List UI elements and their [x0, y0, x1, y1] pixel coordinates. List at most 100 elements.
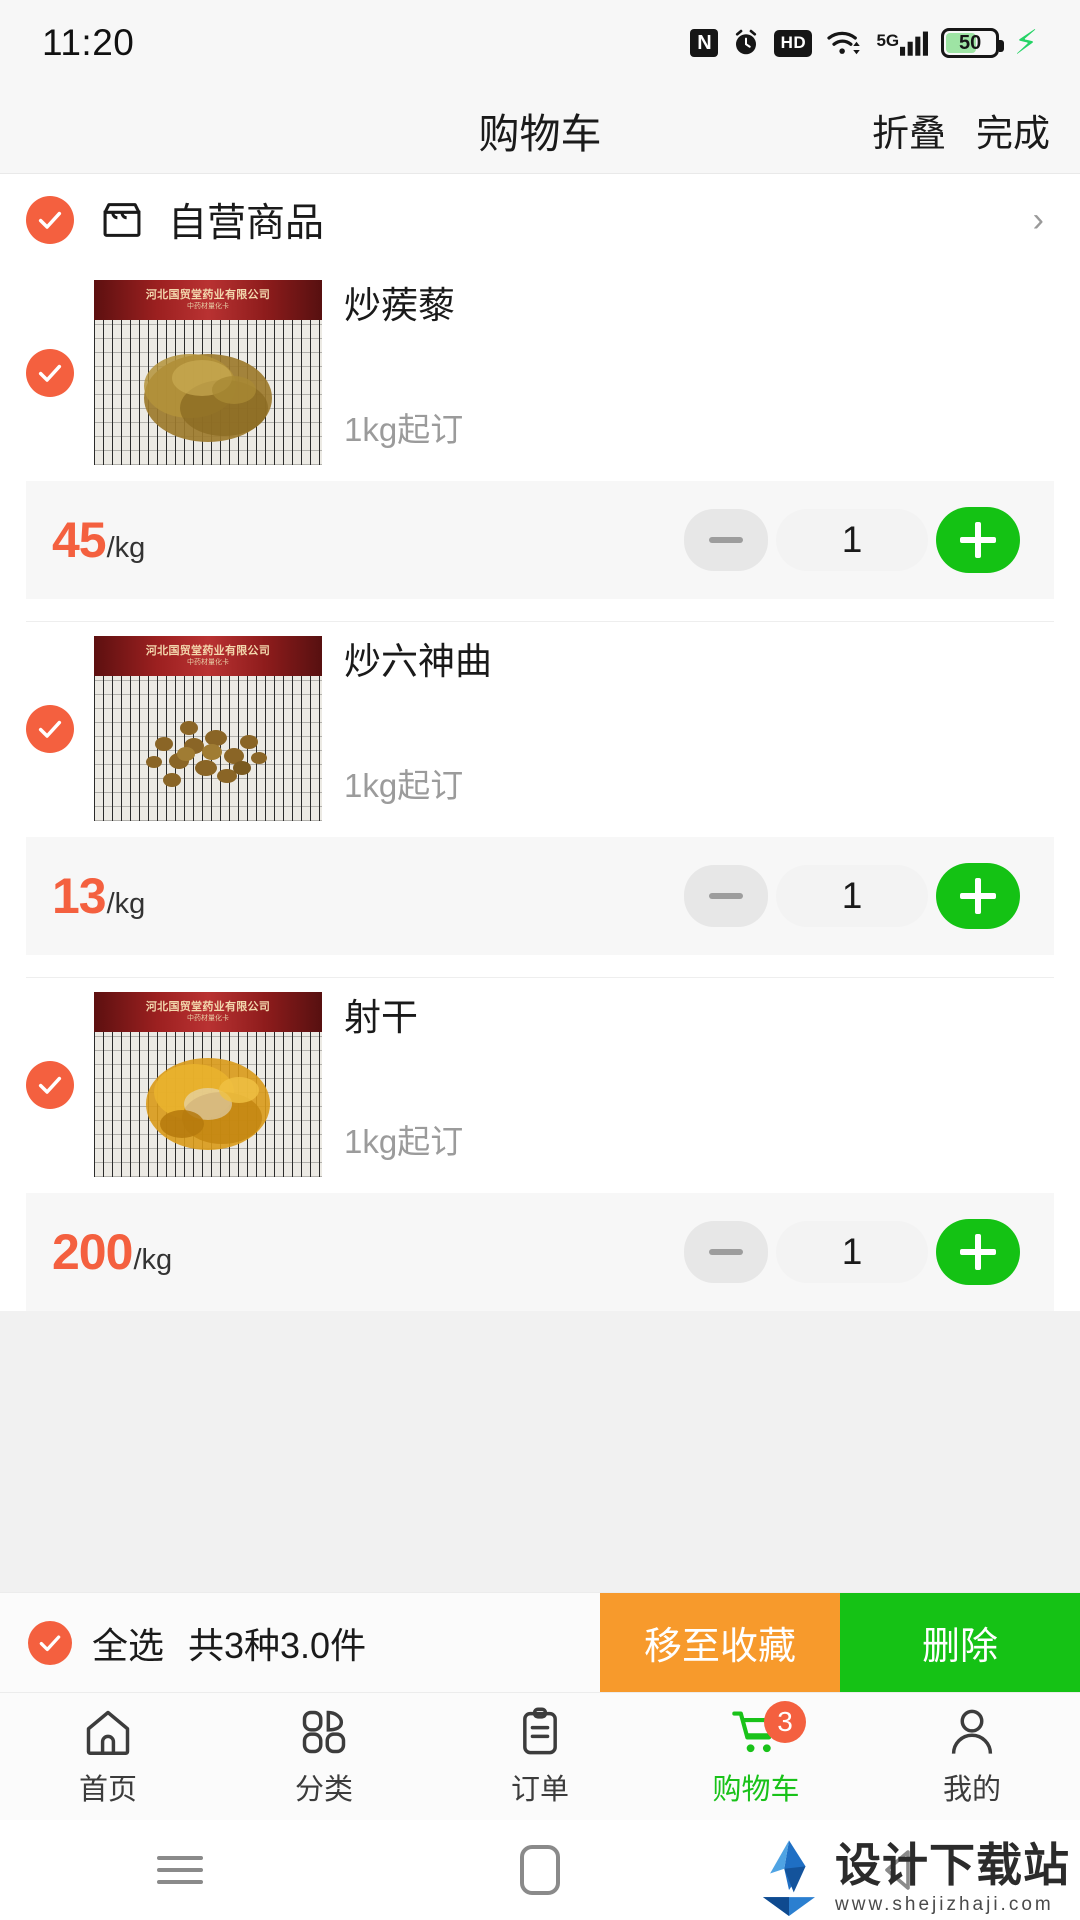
home-button[interactable]	[360, 1845, 720, 1895]
status-time: 11:20	[42, 22, 135, 63]
delete-button[interactable]: 删除	[840, 1593, 1080, 1692]
thumbnail-banner: 河北国贸堂药业有限公司 中药材量化卡	[94, 280, 322, 320]
tab-profile[interactable]: 我的	[864, 1693, 1080, 1820]
store-name: 自营商品	[168, 202, 325, 245]
store-header[interactable]: 自营商品 ›	[0, 174, 1080, 266]
thumbnail-grid	[94, 676, 322, 821]
cart-item-main: 河北国贸堂药业有限公司 中药材量化卡	[0, 622, 1080, 821]
watermark-logo-icon	[753, 1838, 825, 1916]
item-checkbox[interactable]	[26, 348, 74, 397]
alarm-icon	[731, 28, 761, 58]
quantity-stepper: 1	[684, 1219, 1020, 1285]
price-block: 200 /kg	[52, 1227, 172, 1277]
cart-item: 河北国贸堂药业有限公司 中药材量化卡	[0, 622, 1080, 978]
item-checkbox[interactable]	[26, 1060, 74, 1109]
tab-categories-label: 分类	[294, 1773, 353, 1806]
quantity-value[interactable]: 1	[776, 1221, 928, 1283]
battery-level: 50	[959, 31, 982, 54]
quantity-value[interactable]: 1	[776, 865, 928, 927]
min-order-label: 1kg起订	[344, 767, 464, 804]
product-thumbnail[interactable]: 河北国贸堂药业有限公司 中药材量化卡	[94, 992, 322, 1177]
price-unit: /kg	[106, 532, 146, 564]
thumbnail-grid	[94, 1032, 322, 1177]
store-card: 自营商品 › 河北国贸堂药业有限公司 中药材量化卡 炒蒺藜 1kg起订 45 /…	[0, 174, 1080, 1311]
price-row: 13 /kg 1	[26, 837, 1054, 955]
price-value: 200	[52, 1224, 133, 1280]
thumbnail-subbanner-text: 中药材量化卡	[187, 659, 229, 666]
tab-home[interactable]: 首页	[0, 1693, 216, 1820]
product-thumbnail[interactable]: 河北国贸堂药业有限公司 中药材量化卡	[94, 636, 322, 821]
select-all-checkbox[interactable]	[28, 1620, 72, 1665]
tab-profile-label: 我的	[942, 1773, 1001, 1806]
watermark-text: 设计下载站 www.shejizhaji.com	[835, 1843, 1070, 1916]
price-row: 45 /kg 1	[26, 481, 1054, 599]
cart-list[interactable]: 自营商品 › 河北国贸堂药业有限公司 中药材量化卡 炒蒺藜 1kg起订 45 /…	[0, 174, 1080, 1592]
hd-icon: HD	[774, 29, 813, 57]
android-nav-bar: 设计下载站 www.shejizhaji.com	[0, 1820, 1080, 1920]
app-screen: 11:20 N HD 5G 50 ⚡ 购物车 折叠 完成 自营商品 › 河北国贸…	[0, 0, 1080, 1920]
page-header: 购物车 折叠 完成	[0, 86, 1080, 174]
home-icon	[86, 1710, 130, 1755]
grid-icon	[302, 1710, 346, 1753]
price-unit: /kg	[133, 1244, 173, 1276]
quantity-stepper: 1	[684, 507, 1020, 573]
status-icons: N HD 5G 50 ⚡	[690, 26, 1038, 60]
watermark-name: 设计下载站	[835, 1840, 1070, 1891]
cart-item-main: 河北国贸堂药业有限公司 中药材量化卡	[0, 266, 1080, 465]
item-checkbox[interactable]	[26, 704, 74, 753]
product-name[interactable]: 炒六神曲	[344, 641, 1054, 683]
watermark: 设计下载站 www.shejizhaji.com	[753, 1838, 1070, 1916]
increase-quantity-button[interactable]	[936, 1219, 1020, 1285]
thumbnail-banner: 河北国贸堂药业有限公司 中药材量化卡	[94, 636, 322, 676]
select-all-label: 全选	[92, 1624, 165, 1666]
recents-icon	[157, 1848, 203, 1892]
product-name[interactable]: 炒蒺藜	[344, 285, 1054, 327]
price-block: 45 /kg	[52, 515, 145, 565]
charging-bolt-icon: ⚡	[1014, 24, 1038, 62]
cart-action-bar: 全选 共3种3.0件 移至收藏 删除	[0, 1592, 1080, 1692]
increase-quantity-button[interactable]	[936, 507, 1020, 573]
chevron-right-icon[interactable]: ›	[1033, 201, 1054, 240]
thumbnail-banner-text: 河北国贸堂药业有限公司	[145, 289, 271, 301]
cart-item: 河北国贸堂药业有限公司 中药材量化卡	[0, 266, 1080, 622]
store-checkbox[interactable]	[26, 196, 74, 244]
decrease-quantity-button[interactable]	[684, 509, 768, 571]
select-all-area[interactable]: 全选 共3种3.0件	[0, 1593, 600, 1692]
move-to-favorites-button[interactable]: 移至收藏	[600, 1593, 840, 1692]
tab-cart-label: 购物车	[712, 1773, 800, 1806]
battery-icon: 50	[941, 28, 1005, 58]
cart-item-info: 炒蒺藜 1kg起订	[344, 280, 1054, 465]
tab-categories[interactable]: 分类	[216, 1693, 432, 1820]
signal-icon: 5G	[876, 29, 929, 57]
watermark-url: www.shejizhaji.com	[835, 1894, 1054, 1915]
price-row: 200 /kg 1	[26, 1193, 1054, 1311]
decrease-quantity-button[interactable]	[684, 1221, 768, 1283]
tab-orders[interactable]: 订单	[432, 1693, 648, 1820]
increase-quantity-button[interactable]	[936, 863, 1020, 929]
cart-item-info: 炒六神曲 1kg起订	[344, 636, 1054, 821]
cart-item-main: 河北国贸堂药业有限公司 中药材量化卡	[0, 978, 1080, 1177]
price-unit: /kg	[106, 888, 146, 920]
header-actions: 折叠 完成	[872, 103, 1050, 157]
home-square-icon	[520, 1845, 560, 1895]
product-thumbnail[interactable]: 河北国贸堂药业有限公司 中药材量化卡	[94, 280, 322, 465]
done-button[interactable]: 完成	[976, 103, 1050, 157]
cart-item-info: 射干 1kg起订	[344, 992, 1054, 1177]
thumbnail-subbanner-text: 中药材量化卡	[187, 1015, 229, 1022]
bottom-tab-bar: 首页 分类 订单 3 购物车 我的	[0, 1692, 1080, 1820]
product-name[interactable]: 射干	[344, 997, 1054, 1039]
tab-cart[interactable]: 3 购物车	[648, 1693, 864, 1820]
page-title: 购物车	[478, 110, 602, 157]
thumbnail-banner-text: 河北国贸堂药业有限公司	[145, 645, 271, 657]
cart-item: 河北国贸堂药业有限公司 中药材量化卡	[0, 978, 1080, 1311]
quantity-stepper: 1	[684, 863, 1020, 929]
thumbnail-banner: 河北国贸堂药业有限公司 中药材量化卡	[94, 992, 322, 1032]
recents-button[interactable]	[0, 1848, 360, 1892]
collapse-button[interactable]: 折叠	[872, 103, 946, 157]
decrease-quantity-button[interactable]	[684, 865, 768, 927]
status-bar: 11:20 N HD 5G 50 ⚡	[0, 0, 1080, 86]
min-order-label: 1kg起订	[344, 1123, 464, 1160]
quantity-value[interactable]: 1	[776, 509, 928, 571]
price-block: 13 /kg	[52, 871, 145, 921]
wifi-icon	[825, 28, 863, 58]
